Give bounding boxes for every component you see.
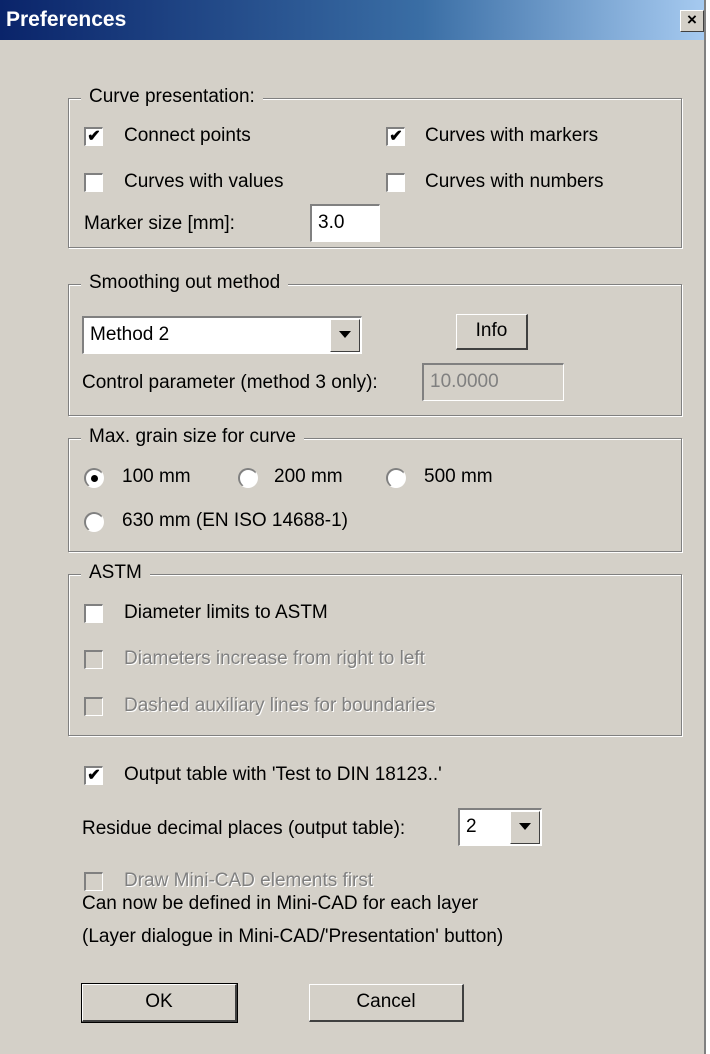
- connect-points-label: Connect points: [124, 125, 251, 146]
- chevron-down-icon[interactable]: [330, 319, 360, 352]
- diameter-limits-checkbox[interactable]: [84, 604, 103, 623]
- curves-with-numbers-label: Curves with numbers: [425, 171, 604, 192]
- minicad-note-line2: (Layer dialogue in Mini-CAD/'Presentatio…: [82, 926, 504, 947]
- dashed-lines-label: Dashed auxiliary lines for boundaries: [124, 695, 436, 716]
- diameters-increase-checkbox[interactable]: [84, 650, 103, 669]
- residue-value: 2: [466, 816, 477, 837]
- dashed-lines-checkbox[interactable]: [84, 697, 103, 716]
- chevron-down-icon[interactable]: [510, 811, 540, 844]
- marker-size-input[interactable]: 3.0: [310, 204, 380, 242]
- control-parameter-input[interactable]: 10.0000: [422, 363, 564, 401]
- close-icon[interactable]: ×: [680, 10, 704, 32]
- curves-with-values-label: Curves with values: [124, 171, 284, 192]
- residue-select[interactable]: 2: [458, 808, 542, 846]
- diameters-increase-label: Diameters increase from right to left: [124, 648, 425, 669]
- smoothing-legend: Smoothing out method: [81, 272, 289, 294]
- grain-200-label: 200 mm: [274, 466, 343, 487]
- grain-size-legend: Max. grain size for curve: [81, 426, 304, 448]
- diameter-limits-label: Diameter limits to ASTM: [124, 602, 328, 623]
- curves-with-values-checkbox[interactable]: [84, 173, 103, 192]
- cancel-button[interactable]: Cancel: [309, 984, 464, 1022]
- connect-points-checkbox[interactable]: ✔: [84, 127, 103, 146]
- grain-630-radio[interactable]: [84, 512, 104, 532]
- marker-size-label: Marker size [mm]:: [84, 213, 235, 234]
- smoothing-method-select[interactable]: Method 2: [82, 316, 362, 354]
- output-table-checkbox[interactable]: ✔: [84, 766, 103, 785]
- output-table-label: Output table with 'Test to DIN 18123..': [124, 764, 442, 785]
- minicad-note-line1: Can now be defined in Mini-CAD for each …: [82, 893, 479, 914]
- grain-500-label: 500 mm: [424, 466, 493, 487]
- draw-minicad-checkbox[interactable]: [84, 872, 103, 891]
- residue-label: Residue decimal places (output table):: [82, 818, 406, 839]
- ok-button[interactable]: OK: [81, 983, 238, 1023]
- grain-100-radio[interactable]: [84, 468, 104, 488]
- grain-100-label: 100 mm: [122, 466, 191, 487]
- curves-with-markers-label: Curves with markers: [425, 125, 599, 146]
- astm-legend: ASTM: [81, 562, 150, 584]
- title-bar[interactable]: Preferences ×: [0, 0, 704, 40]
- grain-500-radio[interactable]: [386, 468, 406, 488]
- grain-200-radio[interactable]: [238, 468, 258, 488]
- info-button[interactable]: Info: [456, 314, 528, 350]
- draw-minicad-label: Draw Mini-CAD elements first: [124, 870, 374, 891]
- curves-with-markers-checkbox[interactable]: ✔: [386, 127, 405, 146]
- smoothing-method-value: Method 2: [90, 324, 170, 345]
- curve-presentation-legend: Curve presentation:: [81, 86, 263, 108]
- control-parameter-label: Control parameter (method 3 only):: [82, 372, 378, 393]
- grain-size-group: Max. grain size for curve: [68, 426, 682, 552]
- curves-with-numbers-checkbox[interactable]: [386, 173, 405, 192]
- grain-630-label: 630 mm (EN ISO 14688-1): [122, 510, 348, 531]
- preferences-dialog: Preferences × Curve presentation: ✔ Conn…: [0, 0, 706, 1054]
- dialog-title: Preferences: [6, 8, 127, 31]
